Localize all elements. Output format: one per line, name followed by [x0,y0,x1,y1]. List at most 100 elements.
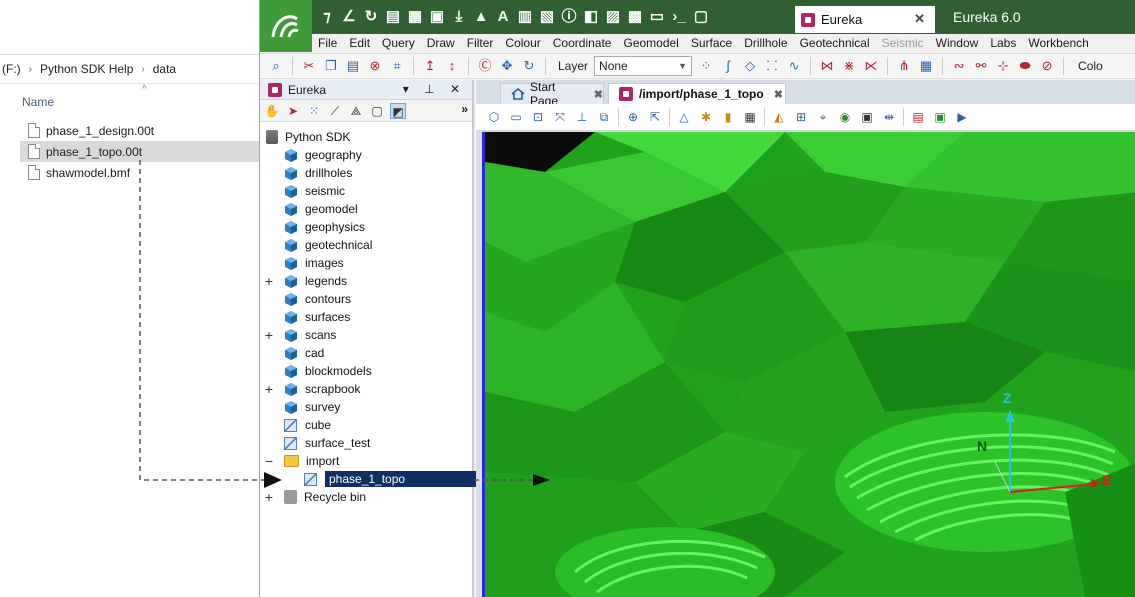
tree-item-contours[interactable]: contours [260,290,472,308]
expand-icon[interactable]: + [263,488,275,506]
line-select-icon[interactable]: ⟋ [327,103,343,119]
vertex-icon[interactable]: ⊹ [995,58,1011,74]
grid-color-icon[interactable]: ▩ [626,8,644,26]
toolbar-trailing-label[interactable]: Colo [1078,59,1103,73]
cube-select-icon[interactable]: ◩ [390,102,406,119]
menu-geotechnical[interactable]: Geotechnical [794,34,876,52]
tree-item-drillholes[interactable]: drillholes [260,164,472,182]
axis-icon[interactable]: ⊥ [574,109,590,125]
tab-start-page[interactable]: Start Page ✖ [500,80,604,108]
tree-item-cad[interactable]: cad [260,344,472,362]
more-icon[interactable]: » [461,102,468,116]
sheet-icon[interactable]: ▣ [428,8,446,26]
center-icon[interactable]: ⊕ [625,109,641,125]
expand-icon[interactable]: + [263,326,275,344]
menu-surface[interactable]: Surface [685,34,738,52]
move-icon[interactable]: ✥ [499,58,515,74]
pan-icon[interactable]: ⇱ [647,109,663,125]
info-icon[interactable]: ⓘ [560,8,578,26]
copy-icon[interactable]: ❐ [323,58,339,74]
eye-icon[interactable]: ◉ [837,109,853,125]
pick-icon[interactable]: ⋔ [896,58,912,74]
link-icon[interactable]: ⚯ [973,58,989,74]
zoom-extents-icon[interactable]: ⤧ [552,109,568,125]
book-icon[interactable]: ▧ [538,8,556,26]
menu-workbench[interactable]: Workbench [1022,34,1094,52]
tree-item-legends[interactable]: + legends [260,272,472,290]
tree-item-blockmodels[interactable]: blockmodels [260,362,472,380]
close-icon[interactable]: ✖ [774,88,783,101]
file-row[interactable]: shawmodel.bmf [20,162,259,183]
expand-icon[interactable]: + [263,272,275,290]
report-icon[interactable]: ▤ [384,8,402,26]
eraser-icon[interactable]: ⬬ [1017,58,1033,74]
dim-icon[interactable]: ⇹ [881,109,897,125]
lasso-icon[interactable]: ∾ [951,58,967,74]
select-mode-icon[interactable]: Ⓒ [477,58,493,74]
box-select-icon[interactable]: ▢ [369,103,385,119]
tree-item-recycle-bin[interactable]: + Recycle bin [260,488,472,506]
snap-off-icon[interactable]: ⋉ [863,58,879,74]
app-document-tab[interactable]: Eureka ✕ [795,6,935,33]
close-icon[interactable]: ✕ [914,11,925,27]
refresh-icon[interactable]: ↻ [362,8,380,26]
point-range-icon[interactable]: ↕ [444,58,460,74]
breadcrumb-current[interactable]: data [153,62,176,76]
tree-item-seismic[interactable]: seismic [260,182,472,200]
menu-filter[interactable]: Filter [461,34,500,52]
rotate-icon[interactable]: ↻ [521,58,537,74]
nodes-icon[interactable]: ⸬ [764,58,780,74]
poly-select-icon[interactable]: ⟁ [348,103,364,119]
snapshot-icon[interactable]: ▣ [932,109,948,125]
tree-item-geophysics[interactable]: geophysics [260,218,472,236]
menu-colour[interactable]: Colour [499,34,546,52]
menu-draw[interactable]: Draw [421,34,461,52]
measure-icon[interactable]: ⁊ [318,8,336,26]
address-bar[interactable]: (F:) › Python SDK Help › data [0,54,259,84]
menu-window[interactable]: Window [930,34,985,52]
crop-icon[interactable]: ⌗ [389,58,405,74]
screen-icon[interactable]: ▢ [692,8,710,26]
close-icon[interactable]: ✖ [594,88,603,101]
snap-icon[interactable]: ⋈ [819,58,835,74]
tree-item-scans[interactable]: + scans [260,326,472,344]
file-row[interactable]: phase_1_design.00t [20,120,259,141]
download-icon[interactable]: ⤓ [450,8,468,26]
tree-item-import[interactable]: − import [260,452,472,470]
layers-icon[interactable]: ⧉ [596,109,612,125]
delete-icon[interactable]: ⊗ [367,58,383,74]
column-header-name[interactable]: Name [22,95,54,109]
menu-geomodel[interactable]: Geomodel [617,34,684,52]
clip-icon[interactable]: ◭ [771,109,787,125]
paste-icon[interactable]: ▤ [345,58,361,74]
file-row-selected[interactable]: phase_1_topo.00t [20,141,259,162]
columns-icon[interactable]: ▥ [516,8,534,26]
breadcrumb-drive[interactable]: (F:) [2,62,21,76]
cut-icon[interactable]: ✂ [301,58,317,74]
spline-icon[interactable]: ∿ [786,58,802,74]
tree-item-geotechnical[interactable]: geotechnical [260,236,472,254]
table-icon[interactable]: ▦ [406,8,424,26]
eureka-logo[interactable] [260,0,312,52]
menu-drillhole[interactable]: Drillhole [738,34,793,52]
text-icon[interactable]: A [494,8,512,26]
tree-item-surface-test[interactable]: surface_test [260,434,472,452]
search-icon[interactable]: ⌕ [268,58,284,74]
menu-coordinate[interactable]: Coordinate [547,34,618,52]
tree-root[interactable]: Python SDK [260,128,472,146]
section-icon[interactable]: ⊞ [793,109,809,125]
tree-item-phase-1-topo[interactable]: phase_1_topo [260,470,478,488]
pdf-icon[interactable]: ▤ [910,109,926,125]
tree-item-scrapbook[interactable]: + scrapbook [260,380,472,398]
hand-icon[interactable]: ✋ [264,103,280,119]
multi-select-icon[interactable]: ⁙ [306,103,322,119]
slider-icon[interactable]: ▮ [720,109,736,125]
triangle-icon[interactable]: △ [676,109,692,125]
points-icon[interactable]: ⁘ [698,58,714,74]
target-icon[interactable]: ⌖ [815,109,831,125]
box-icon[interactable]: ◧ [582,8,600,26]
3d-viewport[interactable]: Z N E [482,132,1135,597]
view-cube-icon[interactable]: ⬡ [486,109,502,125]
polyline-icon[interactable]: ∫ [720,58,736,74]
menu-edit[interactable]: Edit [343,34,376,52]
